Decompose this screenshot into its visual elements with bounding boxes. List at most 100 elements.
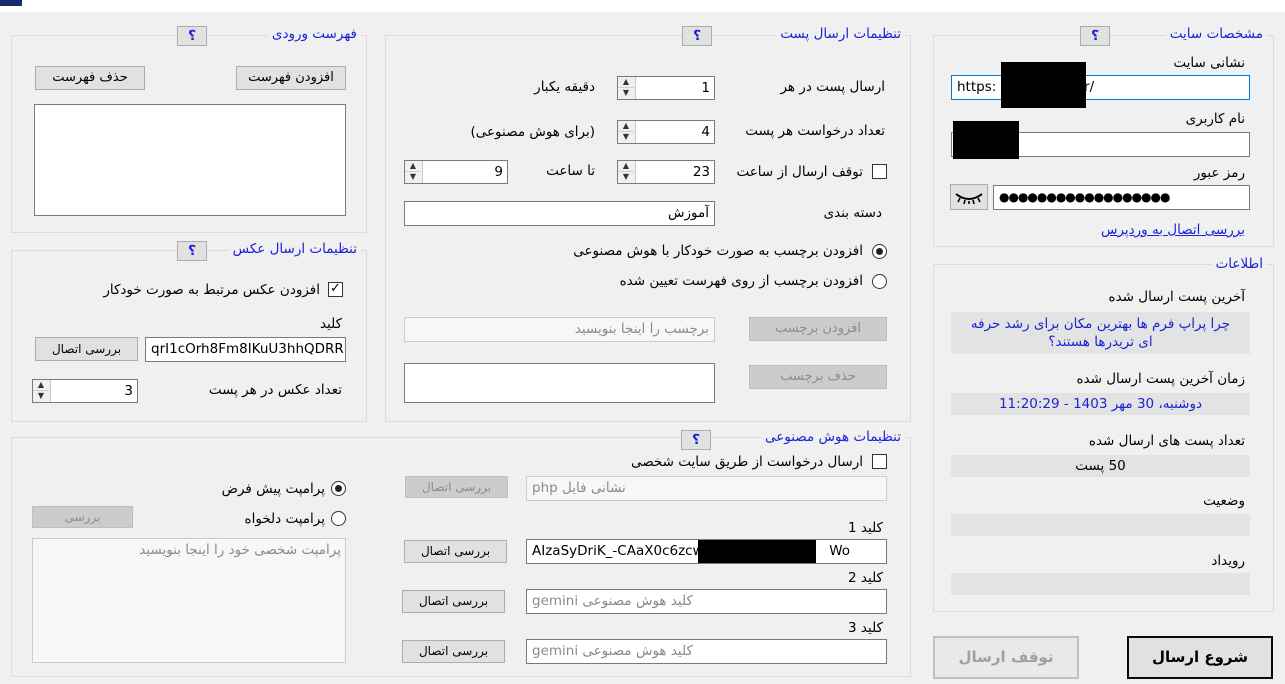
custom-prompt-textarea[interactable]: پرامپت شخصی خود را اینجا بنویسید [32,538,346,663]
status-value [951,514,1250,536]
stop-from-value: 23 [692,164,710,180]
auto-tag-label: افزودن برچسب به صورت خودکار با هوش مصنوع… [573,243,863,259]
php-url-input[interactable]: php نشانی فایل [526,476,887,501]
requests-label: تعداد درخواست هر پست [745,123,885,139]
post-settings-title: تنظیمات ارسال پست [776,26,905,42]
key1-label: کلید 1 [848,520,883,536]
remove-tag-button[interactable]: حذف برچسب [749,365,887,389]
check-wordpress-link[interactable]: بررسی اتصال به وردپرس [1101,222,1245,238]
eye-closed-icon [955,193,983,205]
image-count-value: 3 [124,383,133,399]
key1-suffix: Wo [829,543,851,559]
stop-from-spinner[interactable]: ▲ ▼ 23 [617,160,715,184]
redacted-api-key [698,540,816,563]
list-tag-radio[interactable] [872,274,887,289]
status-label: وضعیت [1203,493,1245,509]
key3-label: کلید 3 [848,620,883,636]
input-list-title: فهرست ورودی [267,26,361,42]
category-label: دسته بندی [823,205,882,221]
default-prompt-radio[interactable] [331,481,346,496]
stop-hours-checkbox[interactable] [872,164,887,179]
tag-list[interactable] [404,363,715,403]
review-prompt-button[interactable]: بررسی [32,506,133,528]
spin-down-icon[interactable]: ▼ [618,132,634,143]
image-count-spinner[interactable]: ▲ ▼ 3 [32,379,138,403]
start-sending-button[interactable]: شروع ارسال [1127,636,1273,679]
site-help-button[interactable]: ؟ [1080,26,1110,46]
spin-up-icon[interactable]: ▲ [618,121,634,132]
personal-site-checkbox[interactable] [872,454,887,469]
key1-prefix: AIzaSyDriK_-CAaX0c6zcwr [532,543,710,559]
last-time-value: دوشنبه، 30 مهر 1403 - 11:20:29 [951,393,1250,415]
key1-check-button[interactable]: بررسی اتصال [404,540,507,563]
auto-image-label: افزودن عکس مرتبط به صورت خودکار [103,282,320,298]
spin-up-icon[interactable]: ▲ [33,380,49,391]
tag-input[interactable]: برچسب را اینجا بنویسید [404,317,715,342]
send-every-label: ارسال پست در هر [780,79,885,95]
input-list-box[interactable] [34,104,346,216]
key3-check-button[interactable]: بررسی اتصال [402,640,505,663]
add-tag-button[interactable]: افزودن برچسب [749,317,887,341]
input-list-help-button[interactable]: ؟ [177,26,207,46]
image-key-label: کلید [319,316,342,332]
info-title: اطلاعات [1211,256,1267,272]
redacted-username [953,121,1019,159]
event-value [951,573,1250,595]
username-label: نام کاربری [1185,111,1245,127]
requests-value: 4 [701,124,710,140]
key2-check-button[interactable]: بررسی اتصال [402,590,505,613]
show-password-button[interactable] [950,184,988,210]
ai-note-label: (برای هوش مصنوعی) [470,124,595,140]
spin-up-icon[interactable]: ▲ [618,161,634,172]
spin-down-icon[interactable]: ▼ [405,172,421,183]
image-settings-title: تنظیمات ارسال عکس [228,241,361,257]
requests-spinner[interactable]: ▲ ▼ 4 [617,120,715,144]
image-help-button[interactable]: ؟ [177,241,207,261]
stop-to-spinner[interactable]: ▲ ▼ 9 [404,160,508,184]
stop-hours-label: توقف ارسال از ساعت [736,164,863,180]
send-every-spinner[interactable]: ▲ ▼ 1 [617,76,715,100]
add-list-button[interactable]: افزودن فهرست [236,66,346,90]
window-top-strip [0,0,1285,12]
last-time-label: زمان آخرین پست ارسال شده [1076,371,1245,387]
personal-site-label: ارسال درخواست از طریق سایت شخصی [630,454,863,470]
spin-up-icon[interactable]: ▲ [618,77,634,88]
send-every-value: 1 [701,80,710,96]
image-key-input[interactable]: qrI1cOrh8Fm8IKuU3hhQDRRh [145,337,346,362]
key2-input[interactable]: gemini کلید هوش مصنوعی [526,589,887,614]
site-settings-title: مشخصات سایت [1165,26,1267,42]
post-count-label: تعداد پست های ارسال شده [1088,433,1245,449]
spin-down-icon[interactable]: ▼ [33,391,49,402]
custom-prompt-radio[interactable] [331,511,346,526]
ai-help-button[interactable]: ؟ [681,430,711,450]
stop-to-value: 9 [494,164,503,180]
spin-down-icon[interactable]: ▼ [618,88,634,99]
last-post-value: چرا پراپ فرم ها بهترین مکان برای رشد حرف… [951,312,1250,354]
event-label: رویداد [1211,553,1245,569]
redacted-domain [1001,62,1086,108]
to-hour-label: تا ساعت [546,163,595,179]
category-input[interactable]: آموزش [404,201,715,226]
image-count-label: تعداد عکس در هر پست [208,382,342,398]
password-input[interactable]: ●●●●●●●●●●●●●●●●●● [993,185,1250,210]
site-address-label: نشانی سایت [1173,55,1245,71]
stop-sending-button[interactable]: توقف ارسال [933,636,1079,679]
auto-image-checkbox[interactable]: ✓ [328,282,343,297]
ai-settings-title: تنظیمات هوش مصنوعی [760,429,905,445]
post-count-value: 50 پست [951,455,1250,477]
custom-prompt-label: پرامپت دلخواه [244,511,325,527]
custom-prompt-placeholder: پرامپت شخصی خود را اینجا بنویسید [139,542,341,558]
auto-tag-radio[interactable] [872,244,887,259]
app-icon [0,0,22,6]
remove-list-button[interactable]: حذف فهرست [35,66,145,90]
post-help-button[interactable]: ؟ [682,26,712,46]
php-check-button[interactable]: بررسی اتصال [405,476,508,498]
last-post-label: آخرین پست ارسال شده [1108,289,1245,305]
key3-input[interactable]: gemini کلید هوش مصنوعی [526,639,887,664]
spin-up-icon[interactable]: ▲ [405,161,421,172]
password-label: رمز عبور [1193,165,1245,181]
site-address-input[interactable]: https: ir/ [951,75,1250,100]
spin-down-icon[interactable]: ▼ [618,172,634,183]
image-check-button[interactable]: بررسی اتصال [35,337,138,361]
list-tag-label: افزودن برچسب از روی فهرست تعیین شده [619,273,863,289]
